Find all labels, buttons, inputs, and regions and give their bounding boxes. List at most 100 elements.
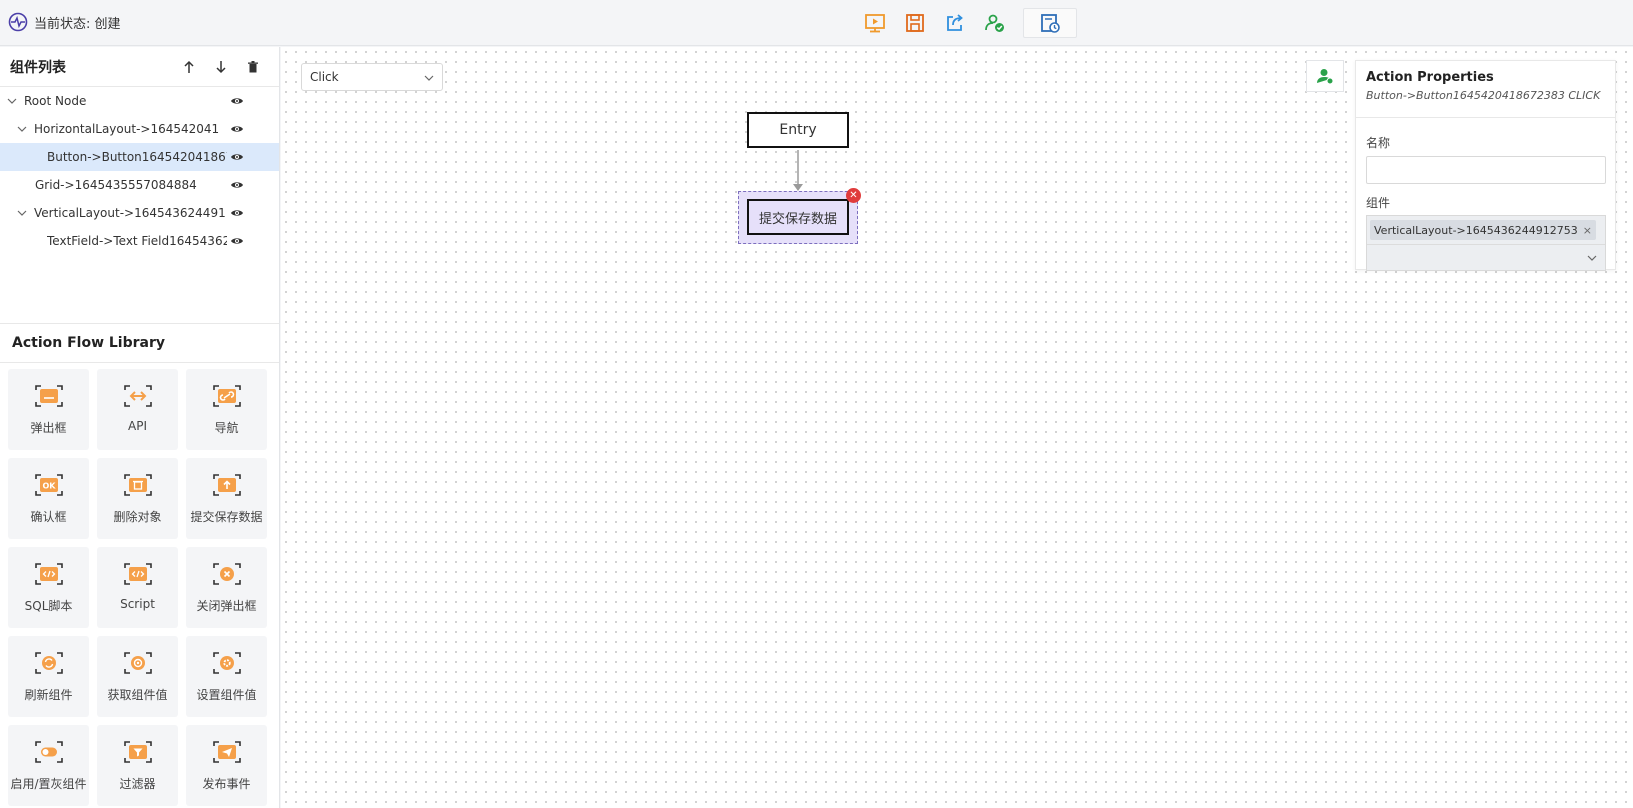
name-input[interactable] <box>1366 156 1606 184</box>
refresh-icon <box>34 652 63 674</box>
library-item-label: API <box>128 419 147 433</box>
move-down-button[interactable] <box>205 54 237 80</box>
component-multiselect[interactable]: VerticalLayout->1645436244912753 × <box>1366 215 1606 271</box>
component-list-header: 组件列表 <box>0 47 279 87</box>
tree-node-label: Grid->1645435557084884 <box>35 178 197 192</box>
publish-icon <box>985 14 1004 32</box>
library-item-delete-object[interactable]: 删除对象 <box>97 458 178 539</box>
library-item-dialog[interactable]: 弹出框 <box>8 369 89 450</box>
component-dropdown[interactable] <box>1367 244 1605 270</box>
library-item-refresh[interactable]: 刷新组件 <box>8 636 89 717</box>
arrow-down-icon <box>216 60 226 73</box>
flow-canvas[interactable]: Click Entry 提交保存数据 ✕ Action Properties B… <box>281 47 1633 808</box>
library-item-label: 删除对象 <box>113 510 162 524</box>
delete-node-button[interactable] <box>237 54 269 80</box>
library-item-label: 启用/置灰组件 <box>10 777 87 791</box>
eye-icon[interactable] <box>230 207 244 219</box>
tree-node-horizontal-layout[interactable]: HorizontalLayout->16454204155531 <box>0 115 279 143</box>
library-item-filter[interactable]: 过滤器 <box>97 725 178 806</box>
flow-node-entry[interactable]: Entry <box>747 112 849 148</box>
status-text: 当前状态: 创建 <box>34 16 121 32</box>
tree-node-label: TextField->Text Field16454362482 <box>47 234 227 248</box>
chevron-down-icon <box>1587 255 1597 261</box>
arrow-up-icon <box>184 60 194 73</box>
library-item-sql-script[interactable]: SQL脚本 <box>8 547 89 628</box>
export-button[interactable] <box>935 8 975 38</box>
trash-icon <box>123 474 152 496</box>
component-tag-label: VerticalLayout->1645436244912753 <box>1374 223 1578 237</box>
eye-icon[interactable] <box>230 123 244 135</box>
status-indicator: 当前状态: 创建 <box>8 12 121 32</box>
flow-connector <box>793 150 803 191</box>
tree-node-root[interactable]: Root Node <box>0 87 279 115</box>
properties-header: Action Properties Button->Button16454204… <box>1356 61 1615 118</box>
action-flow-library-title: Action Flow Library <box>0 323 279 363</box>
ok-icon: OK <box>34 474 63 496</box>
library-item-navigation[interactable]: 导航 <box>186 369 267 450</box>
library-item-confirm[interactable]: OK 确认框 <box>8 458 89 539</box>
chevron-down-icon[interactable] <box>6 95 18 107</box>
tree-node-button[interactable]: Button->Button164542041867238 <box>0 143 279 171</box>
library-item-enable-disable[interactable]: 启用/置灰组件 <box>8 725 89 806</box>
move-up-button[interactable] <box>173 54 205 80</box>
library-item-publish-event[interactable]: 发布事件 <box>186 725 267 806</box>
library-item-label: 确认框 <box>30 510 67 524</box>
flow-node-label: 提交保存数据 <box>758 211 837 227</box>
library-item-set-value[interactable]: 设置组件值 <box>186 636 267 717</box>
tree-node-label: HorizontalLayout->16454204155531 <box>34 122 220 136</box>
user-icon <box>1317 69 1334 85</box>
tree-node-text-field[interactable]: TextField->Text Field16454362482 <box>0 227 279 255</box>
remove-node-icon[interactable]: ✕ <box>846 188 861 203</box>
filter-icon <box>123 741 152 763</box>
eye-icon[interactable] <box>230 179 244 191</box>
component-field-label: 组件 <box>1366 196 1391 210</box>
chevron-down-icon[interactable] <box>16 123 28 135</box>
user-settings-button[interactable] <box>1306 60 1344 92</box>
tag-remove-icon[interactable]: × <box>1583 224 1592 237</box>
eye-icon[interactable] <box>230 151 244 163</box>
library-item-submit-save[interactable]: 提交保存数据 <box>186 458 267 539</box>
library-item-get-value[interactable]: 获取组件值 <box>97 636 178 717</box>
event-select[interactable]: Click <box>301 63 443 91</box>
properties-subtitle: Button->Button1645420418672383 CLICK <box>1366 89 1601 102</box>
flow-node-submit-save[interactable]: 提交保存数据 <box>747 199 849 235</box>
settings-icon <box>212 652 241 674</box>
event-select-value: Click <box>310 70 339 84</box>
publish-button[interactable] <box>975 8 1015 38</box>
tree-node-grid[interactable]: Grid->1645435557084884 <box>0 171 279 199</box>
link-icon <box>212 385 241 407</box>
target-icon <box>123 652 152 674</box>
code-icon <box>34 563 63 585</box>
send-icon <box>212 741 241 763</box>
component-list-title: 组件列表 <box>10 59 66 76</box>
library-item-label: SQL脚本 <box>24 599 73 613</box>
tree-node-vertical-layout[interactable]: VerticalLayout->16454362449127534 <box>0 199 279 227</box>
save-button[interactable] <box>895 8 935 38</box>
library-item-label: 刷新组件 <box>24 688 73 702</box>
history-icon <box>1041 14 1060 33</box>
left-panel: 组件列表 Root Node HorizontalLayout->1645420… <box>0 47 280 808</box>
preview-icon <box>865 14 885 33</box>
library-item-label: 提交保存数据 <box>190 510 263 524</box>
action-properties-panel: Action Properties Button->Button16454204… <box>1355 60 1616 271</box>
toggle-icon <box>34 741 63 763</box>
library-item-script[interactable]: Script <box>97 547 178 628</box>
upload-icon <box>212 474 241 496</box>
export-icon <box>947 14 963 31</box>
eye-icon[interactable] <box>230 95 244 107</box>
eye-icon[interactable] <box>230 235 244 247</box>
api-icon <box>123 385 152 407</box>
flow-node-selection[interactable]: 提交保存数据 ✕ <box>738 188 861 244</box>
preview-button[interactable] <box>855 8 895 38</box>
name-field-label: 名称 <box>1366 136 1391 150</box>
history-button[interactable] <box>1023 8 1077 38</box>
svg-text:OK: OK <box>42 482 56 491</box>
library-item-label: 发布事件 <box>202 777 251 791</box>
library-item-close-dialog[interactable]: 关闭弹出框 <box>186 547 267 628</box>
chevron-down-icon[interactable] <box>16 207 28 219</box>
top-bar: 当前状态: 创建 <box>0 0 1633 46</box>
library-item-label: 导航 <box>214 421 239 435</box>
library-item-api[interactable]: API <box>97 369 178 450</box>
component-tag: VerticalLayout->1645436244912753 × <box>1370 220 1596 240</box>
save-icon <box>906 14 924 32</box>
